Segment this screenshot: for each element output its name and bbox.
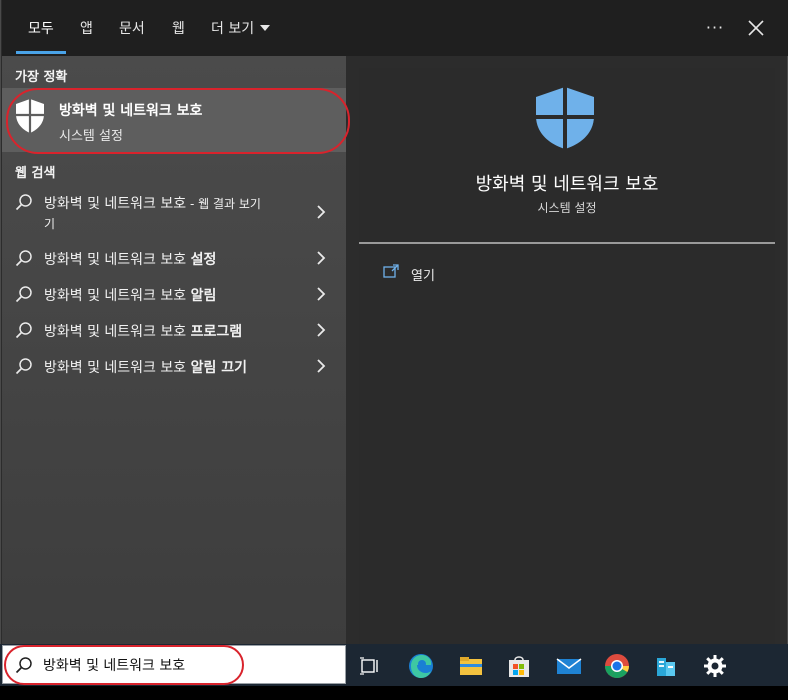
task-view-icon[interactable]: [356, 652, 384, 680]
divider: [359, 242, 775, 244]
web-result-text: 방화벽 및 네트워크 보호 프로그램: [44, 321, 242, 341]
web-result-suffix: 설정: [190, 252, 217, 268]
tab-bar: 모두 앱 문서 웹 더 보기 ···: [2, 0, 788, 56]
web-result-prefix: 방화벽 및 네트워크 보호: [44, 324, 191, 340]
tab-apps[interactable]: 앱: [80, 0, 93, 56]
screen-bottom-edge: [0, 686, 788, 700]
web-search-heading: 웹 검색: [15, 166, 56, 181]
search-icon: [15, 250, 32, 267]
best-match-heading: 가장 정확: [15, 70, 68, 85]
best-match-subtitle: 시스템 설정: [59, 129, 123, 144]
edge-icon[interactable]: [407, 652, 435, 680]
settings-icon[interactable]: [701, 652, 729, 680]
web-result-suffix: - 웹 결과 보기: [186, 197, 261, 211]
search-window: 모두 앱 문서 웹 더 보기 ··· 가장 정확 방화벽 및 네트워크 보호 시…: [0, 0, 788, 644]
detail-title: 방화벽 및 네트워크 보호: [475, 174, 659, 195]
web-result-text: 방화벽 및 네트워크 보호 - 웹 결과 보기: [44, 193, 261, 213]
search-icon: [15, 286, 32, 303]
search-icon: [15, 194, 32, 211]
web-result-text: 방화벽 및 네트워크 보호 알림 끄기: [44, 357, 247, 377]
search-icon: [15, 657, 32, 674]
tab-more-label: 더 보기: [211, 21, 255, 37]
web-result-suffix: 알림 끄기: [190, 360, 248, 376]
web-result-prefix: 방화벽 및 네트워크 보호: [44, 360, 191, 376]
web-result-prefix: 방화벽 및 네트워크 보호: [44, 252, 191, 268]
azure-storage-icon[interactable]: [652, 652, 680, 680]
web-result-item[interactable]: 방화벽 및 네트워크 보호 알림 끄기: [2, 354, 346, 380]
tab-documents[interactable]: 문서: [119, 0, 145, 56]
store-icon[interactable]: [505, 652, 533, 680]
search-icon: [15, 322, 32, 339]
more-options-button[interactable]: ···: [702, 14, 728, 42]
best-match-name: 방화벽 및 네트워크 보호: [59, 103, 203, 119]
web-result-item[interactable]: 방화벽 및 네트워크 보호 - 웹 결과 보기 기: [2, 190, 346, 234]
web-result-suffix: 알림: [190, 288, 217, 304]
chevron-right-icon: [317, 205, 326, 219]
search-icon: [15, 358, 32, 375]
web-result-text: 방화벽 및 네트워크 보호 알림: [44, 285, 216, 305]
web-result-text: 방화벽 및 네트워크 보호 설정: [44, 249, 216, 269]
shield-icon: [536, 87, 594, 149]
open-label: 열기: [411, 269, 435, 284]
search-box[interactable]: [2, 645, 346, 684]
file-explorer-icon[interactable]: [457, 652, 485, 680]
search-input[interactable]: [43, 646, 333, 683]
web-result-prefix: 방화벽 및 네트워크 보호: [44, 288, 191, 304]
tab-more[interactable]: 더 보기: [211, 0, 271, 56]
mail-icon[interactable]: [555, 652, 583, 680]
results-panel: 가장 정확 방화벽 및 네트워크 보호 시스템 설정 웹 검색 방화벽 및 네트…: [2, 56, 350, 644]
best-match-item[interactable]: 방화벽 및 네트워크 보호 시스템 설정: [2, 88, 346, 152]
detail-panel: 방화벽 및 네트워크 보호 시스템 설정 열기: [359, 68, 775, 644]
web-result-item[interactable]: 방화벽 및 네트워크 보호 알림: [2, 282, 346, 308]
tab-all[interactable]: 모두: [16, 0, 66, 56]
web-result-wrap: 기: [44, 217, 56, 231]
chevron-down-icon: [260, 25, 271, 31]
chevron-right-icon: [317, 287, 326, 301]
web-result-item[interactable]: 방화벽 및 네트워크 보호 설정: [2, 246, 346, 272]
detail-subtitle: 시스템 설정: [537, 201, 597, 215]
close-icon[interactable]: [742, 14, 770, 42]
tab-web[interactable]: 웹: [172, 0, 185, 56]
web-result-prefix: 방화벽 및 네트워크 보호: [44, 196, 187, 212]
web-result-suffix: 프로그램: [190, 324, 243, 340]
web-result-item[interactable]: 방화벽 및 네트워크 보호 프로그램: [2, 318, 346, 344]
chevron-right-icon: [317, 359, 326, 373]
chevron-right-icon: [317, 251, 326, 265]
chevron-right-icon: [317, 323, 326, 337]
chrome-icon[interactable]: [603, 652, 631, 680]
shield-icon: [16, 99, 44, 133]
open-window-icon: [383, 264, 399, 278]
